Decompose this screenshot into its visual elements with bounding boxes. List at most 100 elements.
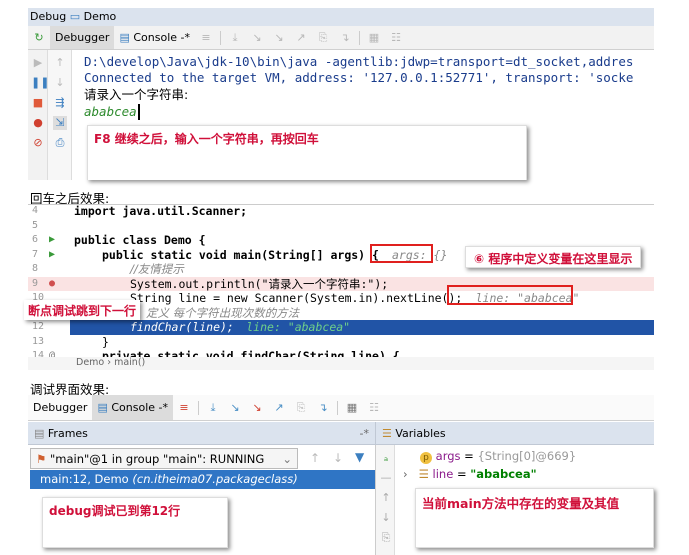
print-icon[interactable]: ⎙ (53, 136, 67, 150)
variables-icon: ☰ (382, 426, 392, 440)
drop-frame-icon[interactable]: ⎘ (294, 401, 308, 414)
new-watch-icon[interactable]: ₐ (379, 451, 393, 465)
force-step-into-icon[interactable]: ↘ (250, 401, 264, 414)
resume-icon[interactable]: ▶ (31, 56, 45, 70)
note-continue: F8 继续之后，输入一个字符串，再按回车 (87, 125, 527, 180)
code-line[interactable]: 4 import java.util.Scanner; (28, 204, 654, 219)
copy-icon[interactable]: ⎘ (379, 531, 393, 545)
args-hint-highlight (370, 244, 433, 263)
tab-debugger[interactable]: Debugger (50, 26, 115, 49)
breadcrumb-class[interactable]: Demo (76, 357, 104, 368)
force-step-into-icon[interactable]: ↘ (272, 31, 286, 44)
down-icon[interactable]: ↓ (53, 76, 67, 90)
field-icon: ☰ (418, 467, 429, 481)
step-over-icon[interactable]: ⤓ (228, 31, 242, 44)
line-number: 8 (32, 263, 39, 274)
variable-row-args[interactable]: p args = {String[0]@669} (420, 449, 576, 464)
variable-row-line[interactable]: › ☰ line = "ababcea" (403, 467, 537, 481)
thread-selector[interactable]: ⚑ "main"@1 in group "main": RUNNING ⌄ (30, 448, 298, 469)
code-line[interactable]: 5 (28, 219, 654, 234)
code-text: public class Demo { (74, 233, 206, 247)
code-text: //友情提示 (130, 262, 184, 276)
run-icon[interactable]: ▶ (46, 233, 58, 248)
parameter-icon: p (420, 452, 432, 464)
run-to-cursor-icon[interactable]: ↴ (338, 31, 352, 44)
step-into-icon[interactable]: ↘ (250, 31, 264, 44)
remove-watch-icon[interactable]: — (379, 471, 393, 485)
code-text: } (102, 334, 109, 349)
code-text: String line = new Scanner(System.in).nex… (130, 291, 463, 305)
variables-header: ☰ Variables (375, 422, 654, 445)
note-variables-inline: ⑥ 程序中定义变量在这里显示 (465, 246, 642, 268)
code-line[interactable]: 13} (28, 335, 654, 350)
stop-icon[interactable]: ■ (31, 96, 45, 110)
variable-name: args (435, 449, 461, 463)
chevron-down-icon: ⌄ (282, 452, 292, 466)
variables-title: Variables (395, 426, 446, 440)
run-icon[interactable]: ▶ (46, 248, 58, 263)
console-connected-line: Connected to the target VM, address: '12… (84, 70, 634, 85)
line-number: 6 (32, 234, 39, 245)
note-step-next-line: 断点调试跳到下一行 (24, 300, 141, 320)
trace-icon[interactable]: ☷ (389, 31, 403, 44)
show-execution-point-icon[interactable]: ≡ (199, 31, 213, 44)
filter-icon[interactable]: ▼ (355, 450, 364, 464)
trace-icon[interactable]: ☷ (367, 401, 381, 414)
mute-breakpoints-icon[interactable]: ⊘ (31, 136, 45, 150)
move-down-icon[interactable]: ↓ (379, 511, 393, 525)
frames-title: Frames (47, 426, 88, 440)
breadcrumb-method[interactable]: main() (114, 357, 145, 368)
move-up-icon[interactable]: ↑ (379, 491, 393, 505)
pause-icon[interactable]: ❚❚ (31, 76, 49, 90)
line-number: 5 (32, 219, 39, 231)
config-icon: ▭ (69, 10, 81, 23)
console-input[interactable]: ababcea (84, 104, 140, 120)
note-frames: debug调试已到第12行 (42, 497, 228, 548)
debugger-toolbar: Debugger ▤ Console -* ≡ ⤓ ↘ ↘ ↗ ⎘ ↴ ▦ ☷ (28, 395, 654, 421)
config-name: Demo (83, 10, 117, 23)
next-frame-icon[interactable]: ↓ (333, 451, 343, 465)
prev-frame-icon[interactable]: ↑ (310, 451, 320, 465)
variable-name: line (432, 467, 454, 481)
debug-title-bar: Debug ▭ Demo (28, 8, 654, 26)
tab-console[interactable]: ▤ Console -* (92, 395, 173, 420)
up-icon[interactable]: ↑ (53, 56, 67, 70)
frames-icon: ▤ (34, 426, 45, 440)
line-hint-highlight (447, 285, 573, 305)
console-prompt-line: 请录入一个字符串: (84, 87, 189, 102)
evaluate-icon[interactable]: ▦ (367, 31, 381, 44)
drop-frame-icon[interactable]: ⎘ (316, 31, 330, 44)
scroll-to-end-icon[interactable]: ⇲ (53, 116, 67, 130)
step-over-icon[interactable]: ⤓ (206, 401, 220, 414)
step-out-icon[interactable]: ↗ (294, 31, 308, 44)
run-to-cursor-icon[interactable]: ↴ (316, 401, 330, 414)
variable-value: "ababcea" (470, 467, 537, 481)
frame-location: main:12, Demo (40, 472, 129, 486)
frame-row-selected[interactable]: main:12, Demo (cn.itheima07.packageclass… (30, 470, 375, 489)
step-into-icon[interactable]: ↘ (228, 401, 242, 414)
evaluate-icon[interactable]: ▦ (345, 401, 359, 414)
line-number: 4 (32, 205, 39, 216)
code-text: System.out.println("请录入一个字符串:"); (130, 276, 389, 291)
code-text: 定义 每个字符出现次数的方法 (146, 305, 300, 320)
code-text: findChar(line); (130, 320, 234, 334)
variables-side-toolbar: ₐ — ↑ ↓ ⎘ (375, 445, 395, 555)
inline-value-hint: line: "ababcea" (246, 320, 351, 334)
tab-console[interactable]: ▤ Console -* (114, 26, 195, 49)
view-breakpoints-icon[interactable]: ● (31, 116, 45, 130)
line-number: 12 (32, 321, 45, 332)
breadcrumb: Demo › main() (28, 357, 654, 370)
thread-icon: ⚑ (36, 452, 47, 466)
expand-icon[interactable]: › (403, 467, 408, 481)
debug-title: Debug (30, 10, 67, 23)
tab-debugger[interactable]: Debugger (28, 395, 92, 420)
breakpoint-icon[interactable]: ● (46, 277, 58, 292)
soft-wrap-icon[interactable]: ⇶ (53, 96, 67, 110)
tab-console-label: Console (111, 401, 156, 414)
pin-icon[interactable]: -* (360, 427, 369, 440)
code-line[interactable]: 12 findChar(line); line: "ababcea" (32, 320, 654, 335)
show-execution-point-icon[interactable]: ≡ (177, 401, 191, 414)
console-icon: ▤ (119, 31, 130, 44)
rerun-icon[interactable]: ↻ (32, 31, 46, 44)
step-out-icon[interactable]: ↗ (272, 401, 286, 414)
